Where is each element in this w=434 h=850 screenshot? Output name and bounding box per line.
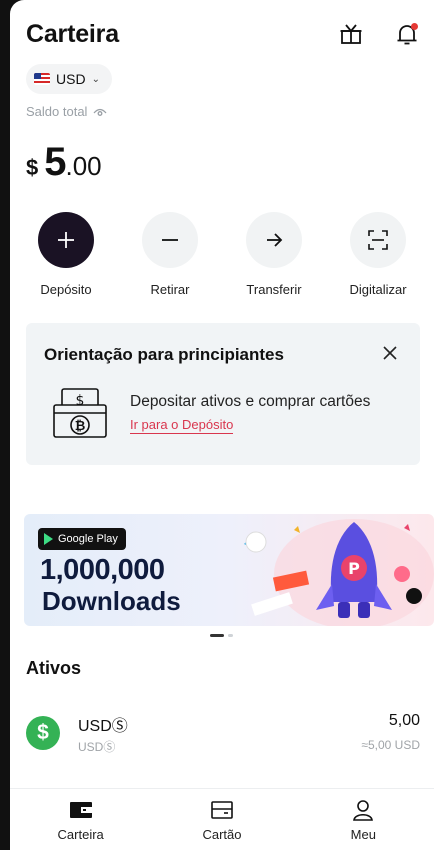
balance-label: Saldo total [26,104,107,119]
svg-text:P: P [348,559,360,578]
notification-dot [411,23,418,30]
banner-pager [210,634,233,637]
user-icon [353,800,374,821]
promo-banner[interactable]: Google Play 1,000,000 Downloads P [24,514,434,626]
nav-label-cartao: Cartão [202,827,242,842]
assets-heading: Ativos [26,658,82,678]
header-icons [338,21,420,47]
plus-icon [38,212,94,268]
us-flag-icon [34,73,50,85]
downloads-text: Downloads [42,586,181,616]
balance-value: $ 5 .00 [26,140,102,185]
bell-icon[interactable] [394,21,420,47]
scan-button[interactable]: Digitalizar [333,212,423,297]
wallet-icon [69,802,93,818]
deposit-link[interactable]: Ir para o Depósito [130,417,234,434]
nav-item-carteira[interactable]: Carteira [21,789,141,850]
deposit-label: Depósito [40,282,92,297]
downloads-number: 1,000,000 [40,554,165,586]
deposit-button[interactable]: Depósito [21,212,111,297]
deposit-illustration-icon: $ ₿ [52,387,110,439]
balance-integer: 5 [44,140,66,184]
transfer-label: Transferir [246,282,302,297]
eye-icon[interactable] [93,106,107,118]
withdraw-button[interactable]: Retirar [125,212,215,297]
minus-icon [142,212,198,268]
nav-label-meu: Meu [350,827,376,842]
google-play-icon [44,533,53,545]
arrow-right-icon [246,212,302,268]
currency-label: USD [56,71,86,87]
close-icon[interactable] [380,343,400,363]
beginner-guide-card: Orientação para principiantes $ ₿ Deposi… [26,323,420,465]
nav-item-meu[interactable]: Meu [303,789,423,850]
withdraw-label: Retirar [150,282,190,297]
gift-icon[interactable] [338,21,364,47]
balance-label-text: Saldo total [26,104,88,119]
card-icon [211,801,233,819]
action-bar: Depósito Retirar Transferir Digitalizar [10,212,434,297]
balance-decimal: .00 [65,151,102,181]
asset-amount: 5,00 [388,712,420,729]
asset-row[interactable]: $ USDⓈ USDⓈ 5,00 ≈5,00 USD [26,710,420,760]
bottom-nav: Carteira Cartão Meu [10,788,434,850]
currency-selector[interactable]: USD ⌄ [26,64,112,94]
asset-subtitle: USDⓈ [78,740,116,754]
transfer-button[interactable]: Transferir [229,212,319,297]
wallet-screen: Carteira USD ⌄ Saldo total $ 5 .00 Depós… [10,0,434,850]
guide-title: Orientação para principiantes [44,345,284,364]
guide-description: Depositar ativos e comprar cartões [130,393,371,410]
google-play-label: Google Play [58,533,118,545]
svg-text:₿: ₿ [75,419,86,434]
balance-currency-symbol: $ [26,155,39,180]
dollar-coin-icon: $ [26,716,60,750]
asset-name: USDⓈ [78,718,128,735]
asset-fiat-value: ≈5,00 USD [361,738,420,752]
scan-label: Digitalizar [349,282,407,297]
pager-dot [228,634,233,637]
nav-item-cartao[interactable]: Cartão [162,789,282,850]
nav-label-carteira: Carteira [57,827,104,842]
pager-dot-active [210,634,224,637]
scan-icon [350,212,406,268]
google-play-badge: Google Play [38,528,126,550]
rocket-illustration-icon: P [244,519,434,626]
chevron-down-icon: ⌄ [91,73,100,85]
page-title: Carteira [26,19,119,48]
header: Carteira [26,14,420,54]
